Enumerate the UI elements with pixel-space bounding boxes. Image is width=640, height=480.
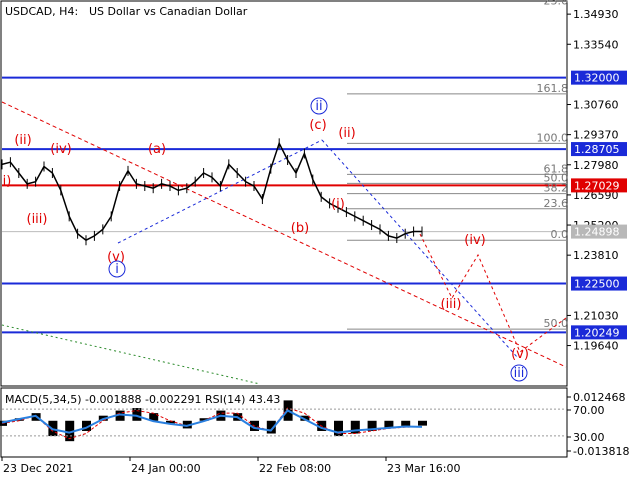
price-tick-label: 1.33540 [573,38,619,51]
price-tick-label: 1.34930 [573,8,619,21]
wave-label-red: (b) [291,221,309,236]
indicator-tick-label: 70.00 [573,404,605,417]
fib-label: 38.2 [544,182,569,195]
indicator-tick-label: 0.012468 [573,391,626,404]
price-tick-label: 1.19640 [573,340,619,353]
level-label: 1.28705 [574,143,620,156]
wave-label-blue: i [115,262,119,277]
macd-bar [401,420,411,426]
level-label: 1.22500 [574,278,620,291]
fib-label: 23.6 [544,197,569,210]
level-label: 1.27029 [574,179,620,192]
price-line [1,141,422,242]
macd-bar [418,420,427,426]
wave-label-blue: iii [514,366,525,381]
fibonacci-levels: 23.6161.8100.061.850.038.223.60.050.0 [347,0,568,330]
wave-label-red: (i) [331,197,345,212]
wave-label-red: (iv) [50,142,71,157]
wave-label-red: (v) [511,347,529,362]
fib-label: 23.6 [544,0,569,8]
level-label: 1.32000 [574,72,620,85]
indicator-label: MACD(5,34,5) -0.001888 -0.002291 RSI(14)… [5,393,280,406]
wave-label-red: i) [3,174,12,189]
price-tick-label: 1.30760 [573,99,619,112]
indicator-axis: 0.01246870.00 30.00-0.013818 [567,391,629,458]
level-label: 1.20249 [574,326,620,339]
macd-bar [132,408,142,421]
price-tick-label: 1.21030 [573,309,619,322]
wave-label-red: (iii) [441,297,462,312]
wave-label-red: (iv) [464,233,485,248]
wave-label-red: (ii) [14,133,31,148]
time-tick-label: 24 Jan 00:00 [131,462,201,475]
usdcad-chart: USDCAD, H4: US Dollar vs Canadian Dollar… [0,0,629,475]
fib-label: 0.0 [551,228,569,241]
wave-labels: (ii) (iv) (iii) (v) (a) (b) (c) (ii) (i) (iv) (iii… [3,97,529,382]
wave-label-red: (c) [309,118,326,133]
wave-label-red: (a) [148,142,166,157]
wave-label-red: (ii) [338,126,355,141]
symbol-description: US Dollar vs Canadian Dollar [89,5,248,18]
fib-label: 161.8 [537,82,569,95]
wave-label-red: (iii) [27,212,48,227]
red-forecast-path [419,233,567,353]
green-dotted-line [1,324,261,385]
time-axis: 23 Dec 2021 24 Jan 00:00 22 Feb 08:00 23 Ma… [1,457,460,475]
time-tick-label: 23 Dec 2021 [3,462,73,475]
price-tick-label: 1.27980 [573,159,619,172]
price-tick-label: 1.23810 [573,249,619,262]
price-levels [2,76,566,334]
symbol-title: USDCAD, H4: [5,5,78,18]
indicator-tick-label: 30.00 [573,431,605,444]
time-tick-label: 22 Feb 08:00 [259,462,331,475]
level-label: 1.24898 [574,226,620,239]
indicator-series [0,400,566,442]
indicator-tick-label: -0.013818 [573,445,629,458]
wave-label-blue: ii [315,99,322,114]
blue-dashed-forecast-line [321,139,519,359]
fib-label: 100.0 [537,131,569,144]
time-tick-label: 23 Mar 16:00 [387,462,460,475]
price-tick-label: 1.29370 [573,129,619,142]
